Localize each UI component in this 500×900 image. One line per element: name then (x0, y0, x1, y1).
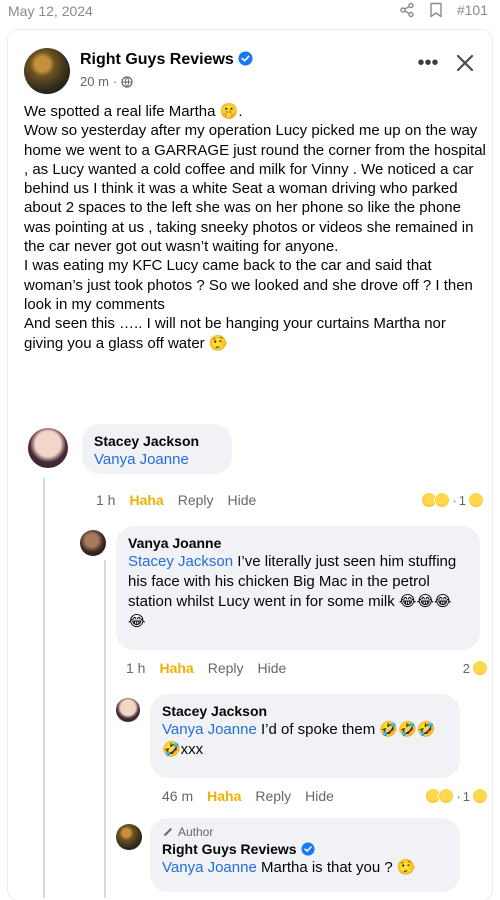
thread-line (43, 478, 45, 898)
post-meta: 20 m · (80, 74, 133, 89)
commenter-avatar[interactable] (80, 530, 106, 556)
reply-button[interactable]: Reply (208, 660, 244, 676)
comment-text: Vanya Joanne I’d of spoke them 🤣🤣🤣🤣xxx (162, 721, 435, 758)
commenter-name[interactable]: Stacey Jackson (162, 702, 448, 720)
haha-reaction-icon (468, 492, 484, 508)
post-paragraph: And seen this ….. I will not be hanging … (24, 315, 446, 352)
commenter-avatar[interactable] (116, 824, 142, 850)
post-number: #101 (456, 2, 488, 18)
comment-text: Stacey Jackson I’ve literally just seen … (128, 553, 456, 630)
comment-actions: 46 m Haha Reply Hide (162, 788, 334, 804)
comment: Vanya Joanne Stacey Jackson I’ve literal… (80, 526, 488, 688)
commenter-avatar[interactable] (116, 698, 140, 722)
post-body: We spotted a real life Martha 🤫. Wow so … (24, 102, 486, 353)
haha-reaction-icon (434, 492, 451, 508)
comment: Author Right Guys Reviews Vanya Joanne M… (116, 818, 488, 900)
haha-reaction-icon (438, 788, 455, 804)
top-bar: May 12, 2024 #101 (0, 0, 500, 24)
mention-link[interactable]: Vanya Joanne (162, 721, 257, 738)
reaction-count: 1 (462, 788, 470, 804)
post-date: May 12, 2024 (8, 3, 93, 19)
post-time[interactable]: 20 m (80, 74, 109, 89)
comment-time[interactable]: 1 h (126, 660, 145, 676)
pencil-icon (164, 828, 172, 836)
comment-bubble: Stacey Jackson Vanya Joanne (82, 424, 232, 474)
meta-dot: · (112, 74, 118, 89)
comment-actions: 1 h Haha Reply Hide (126, 660, 286, 676)
author-name-row[interactable]: Right Guys Reviews (80, 51, 253, 69)
globe-icon (121, 75, 133, 88)
comment-bubble: Author Right Guys Reviews Vanya Joanne M… (150, 818, 460, 892)
hide-button[interactable]: Hide (305, 788, 334, 804)
commenter-avatar[interactable] (28, 428, 68, 468)
haha-reaction-button[interactable]: Haha (159, 660, 193, 676)
author-tag: Author (162, 824, 448, 840)
haha-reaction-button[interactable]: Haha (207, 788, 241, 804)
reaction-count: 2 (462, 660, 470, 676)
haha-reaction-icon (472, 660, 488, 676)
comment-text: Vanya Joanne Martha is that you ? 🤥 (162, 859, 416, 876)
post-header: Right Guys Reviews 20 m · ••• (24, 46, 478, 96)
reaction-separator: · (456, 788, 461, 804)
mention-link[interactable]: Vanya Joanne (162, 859, 257, 876)
close-icon[interactable] (454, 52, 478, 76)
reaction-summary[interactable]: · 1 (425, 788, 488, 804)
post-paragraph: I was eating my KFC Lucy came back to th… (24, 257, 473, 313)
haha-reaction-button[interactable]: Haha (129, 492, 163, 508)
comment-bubble: Stacey Jackson Vanya Joanne I’d of spoke… (150, 694, 460, 778)
mention-link[interactable]: Stacey Jackson (128, 553, 233, 570)
author-name[interactable]: Right Guys Reviews (80, 51, 234, 68)
commenter-name[interactable]: Stacey Jackson (94, 432, 220, 450)
comment-time[interactable]: 1 h (96, 492, 115, 508)
share-icon[interactable] (399, 2, 415, 18)
author-tag-label: Author (178, 825, 214, 839)
post-paragraph: We spotted a real life Martha 🤫. (24, 103, 243, 120)
more-icon[interactable]: ••• (416, 53, 440, 76)
bookmark-icon[interactable] (429, 2, 443, 18)
mention-link[interactable]: Vanya Joanne (94, 451, 189, 468)
reaction-summary[interactable]: 2 (463, 660, 488, 676)
commenter-name[interactable]: Right Guys Reviews (162, 841, 297, 857)
reply-button[interactable]: Reply (178, 492, 214, 508)
haha-reaction-icon (472, 788, 488, 804)
reaction-summary[interactable]: · 1 (421, 492, 484, 508)
verified-badge-icon (238, 51, 253, 66)
comment-actions: 1 h Haha Reply Hide (96, 492, 256, 508)
top-bar-actions: #101 (399, 2, 488, 18)
hide-button[interactable]: Hide (228, 492, 257, 508)
hide-button[interactable]: Hide (258, 660, 287, 676)
author-avatar[interactable] (24, 48, 70, 94)
comment: Stacey Jackson Vanya Joanne 1 h Haha Rep… (24, 422, 484, 518)
post-card: Right Guys Reviews 20 m · ••• We spotted… (8, 30, 492, 900)
reaction-separator: · (452, 492, 457, 508)
verified-badge-icon (301, 842, 315, 856)
comment-bubble: Vanya Joanne Stacey Jackson I’ve literal… (116, 526, 480, 650)
comment: Stacey Jackson Vanya Joanne I’d of spoke… (116, 694, 488, 814)
comment-body: Martha is that you ? 🤥 (256, 859, 416, 876)
comment-time[interactable]: 46 m (162, 788, 193, 804)
reply-button[interactable]: Reply (255, 788, 291, 804)
commenter-name[interactable]: Vanya Joanne (128, 534, 468, 552)
post-paragraph: Wow so yesterday after my operation Lucy… (24, 122, 486, 256)
commenter-name-row[interactable]: Right Guys Reviews (162, 840, 448, 858)
reaction-count: 1 (458, 492, 466, 508)
